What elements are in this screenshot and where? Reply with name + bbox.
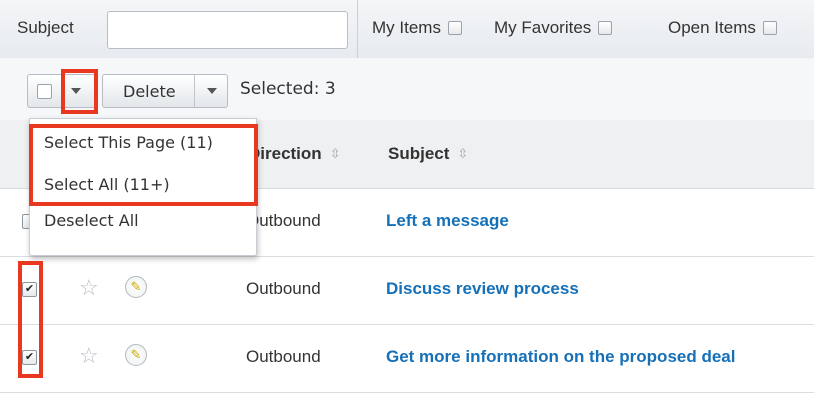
column-header-direction[interactable]: Direction ⇳ [248, 144, 341, 164]
select-menu-caret-icon[interactable] [71, 88, 81, 94]
column-label: Subject [388, 144, 450, 163]
selected-count: Selected: 3 [240, 79, 336, 99]
star-icon[interactable]: ☆ [79, 343, 99, 369]
open-items-checkbox[interactable] [762, 21, 777, 35]
filter-divider [357, 0, 358, 58]
sort-arrows-icon[interactable]: ⇳ [330, 146, 341, 162]
delete-button-group[interactable]: Delete [102, 74, 228, 108]
select-all-checkbox[interactable] [37, 84, 52, 99]
my-favorites-checkbox[interactable] [598, 21, 613, 35]
subject-link[interactable]: Get more information on the proposed dea… [386, 347, 735, 367]
button-divider [61, 75, 62, 107]
subject-link[interactable]: Discuss review process [386, 279, 579, 299]
mass-select-button[interactable] [27, 74, 97, 108]
table-row: ✔ ☆ ✎ Outbound Get more information on t… [0, 325, 814, 393]
pencil-icon[interactable]: ✎ [125, 276, 147, 298]
menu-item-select-all[interactable]: Select All (11+) [44, 175, 170, 194]
button-divider [194, 75, 195, 107]
select-dropdown-menu: Select This Page (11) Select All (11+) D… [29, 118, 257, 256]
open-items-label: Open Items [668, 18, 756, 37]
row-checkbox[interactable]: ✔ [22, 350, 37, 365]
pencil-icon[interactable]: ✎ [125, 344, 147, 366]
filter-bar: Subject My Items My Favorites Open Items [0, 0, 814, 59]
table-row: ✔ ☆ ✎ Outbound Discuss review process [0, 257, 814, 325]
my-favorites-label: My Favorites [494, 18, 592, 37]
menu-item-select-this-page[interactable]: Select This Page (11) [44, 133, 213, 152]
direction-cell: Outbound [246, 211, 321, 230]
delete-button[interactable]: Delete [123, 82, 176, 101]
my-items-checkbox[interactable] [447, 21, 462, 35]
open-items-filter[interactable]: Open Items [668, 18, 777, 38]
column-header-subject[interactable]: Subject ⇳ [388, 144, 468, 164]
subject-input[interactable] [107, 11, 348, 49]
my-items-filter[interactable]: My Items [372, 18, 462, 38]
sort-arrows-icon[interactable]: ⇳ [457, 146, 468, 162]
row-checkbox[interactable]: ✔ [22, 282, 37, 297]
subject-label: Subject [17, 18, 74, 37]
subject-link[interactable]: Left a message [386, 211, 509, 231]
actions-menu-caret-icon[interactable] [207, 88, 217, 94]
action-bar: Delete Selected: 3 [0, 58, 814, 121]
star-icon[interactable]: ☆ [79, 275, 99, 301]
direction-cell: Outbound [246, 279, 321, 298]
my-favorites-filter[interactable]: My Favorites [494, 18, 613, 38]
column-label: Direction [248, 144, 322, 163]
my-items-label: My Items [372, 18, 441, 37]
menu-item-deselect-all[interactable]: Deselect All [44, 211, 139, 230]
direction-cell: Outbound [246, 347, 321, 366]
